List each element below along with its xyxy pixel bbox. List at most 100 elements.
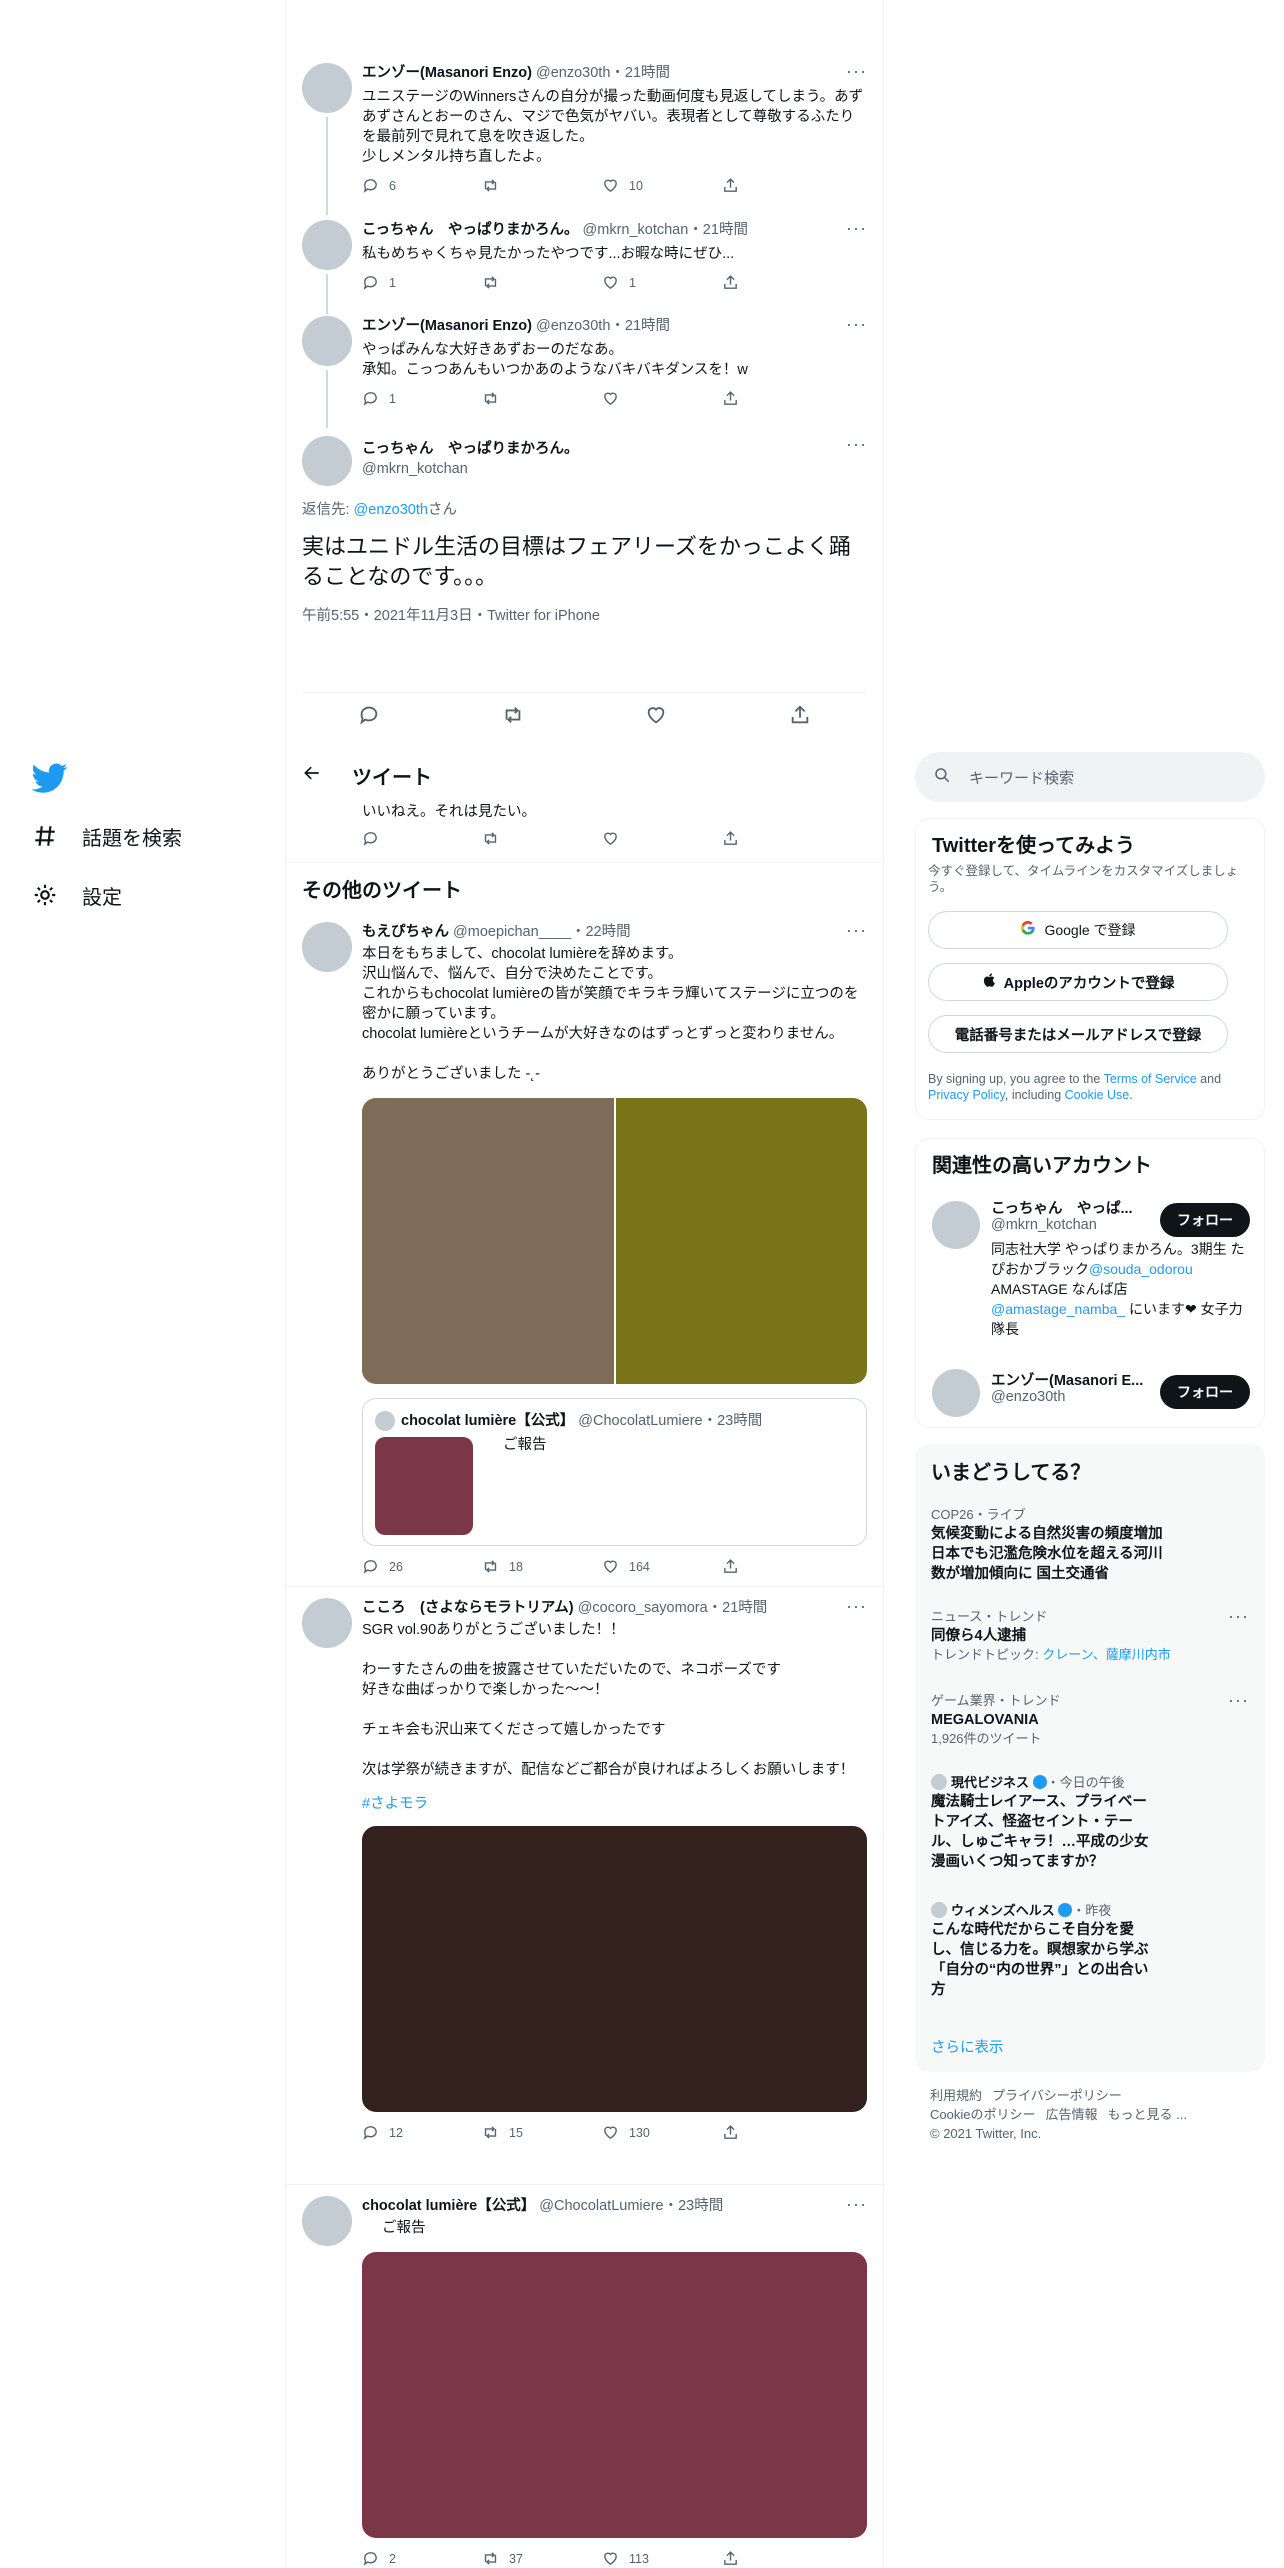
search-input[interactable]: キーワード検索 <box>969 767 1074 788</box>
more-options-icon[interactable]: ··· <box>846 921 867 939</box>
author-name[interactable]: こころ (さよならモラトリアム) <box>362 1600 574 1616</box>
account-name[interactable]: こっちゃん やっぱ... <box>991 1197 1141 1218</box>
trend-item[interactable]: ニュース・トレンド ··· 同僚ら4人逮捕 トレンドトピック: クレーン、薩摩川… <box>931 1607 1249 1664</box>
share-button[interactable] <box>722 1558 782 1575</box>
more-options-icon[interactable]: ··· <box>846 219 867 237</box>
avatar[interactable] <box>302 316 352 366</box>
account-handle[interactable]: @enzo30th <box>991 1389 1065 1405</box>
like-button[interactable]: 10 <box>602 177 662 194</box>
share-button[interactable] <box>722 274 782 291</box>
news-item[interactable]: 現代ビジネス ・今日の午後 魔法騎士レイアース、プライベートアイズ、怪盗セイント… <box>931 1774 1249 1872</box>
trend-item[interactable]: ゲーム業界・トレンド ··· MEGALOVANIA 1,926件のツイート <box>931 1691 1249 1748</box>
reply-button[interactable]: 1 <box>362 390 422 407</box>
reply-button[interactable] <box>362 830 422 847</box>
reply-button[interactable]: 2 <box>362 2550 422 2567</box>
author-name[interactable]: エンゾー(Masanori Enzo) <box>362 318 532 334</box>
author-name[interactable]: chocolat lumière【公式】 <box>362 2198 535 2214</box>
retweet-button[interactable] <box>482 390 542 407</box>
more-options-icon[interactable]: ··· <box>1228 1607 1249 1625</box>
privacy-link[interactable]: Privacy Policy <box>928 1088 1005 1102</box>
account-item[interactable]: こっちゃん やっぱ... @mkrn_kotchan フォロー 同志社大学 やっ… <box>916 1197 1264 1347</box>
terms-link[interactable]: Terms of Service <box>1104 1072 1197 1086</box>
show-more-link[interactable]: さらに表示 <box>931 2036 1004 2057</box>
tweet[interactable]: もえぴちゃん @moepichan____・22時間 ··· 本日をもちまして、… <box>302 921 867 1580</box>
tweet-meta[interactable]: 午前5:55・2021年11月3日・Twitter for iPhone <box>302 604 600 625</box>
more-options-icon[interactable]: ··· <box>846 2195 867 2213</box>
tweet-time[interactable]: ・21時間 <box>610 318 670 334</box>
author-name[interactable]: こっちゃん やっぱりまかろん。 <box>362 222 578 238</box>
author-name[interactable]: エンゾー(Masanori Enzo) <box>362 65 532 81</box>
tweet[interactable]: chocolat lumière【公式】 @ChocolatLumiere・23… <box>302 2195 867 2568</box>
author-name[interactable]: もえぴちゃん <box>362 924 449 940</box>
back-arrow-icon[interactable] <box>302 763 322 788</box>
reply-button[interactable]: 6 <box>362 177 422 194</box>
avatar[interactable] <box>302 436 352 486</box>
reply-button[interactable]: 1 <box>362 274 422 291</box>
avatar[interactable] <box>302 922 352 972</box>
hashtag-link[interactable]: #さよモラ <box>362 1794 867 1814</box>
avatar[interactable] <box>302 63 352 113</box>
phone-signup-button[interactable]: 電話番号またはメールアドレスで登録 <box>928 1015 1228 1053</box>
share-icon[interactable] <box>789 704 811 731</box>
reply-icon[interactable] <box>358 704 380 731</box>
author-handle[interactable]: @moepichan____ <box>453 924 571 940</box>
reply-button[interactable]: 26 <box>362 1558 422 1575</box>
account-handle[interactable]: @mkrn_kotchan <box>991 1217 1097 1233</box>
avatar[interactable] <box>302 1598 352 1648</box>
reply-button[interactable]: 12 <box>362 2124 422 2141</box>
google-signup-button[interactable]: Google で登録 <box>928 911 1228 949</box>
tweet-time[interactable]: ・21時間 <box>610 65 670 81</box>
like-button[interactable]: 130 <box>602 2124 662 2141</box>
footer-link[interactable]: 広告情報 <box>1045 2107 1097 2122</box>
tweet[interactable]: こころ (さよならモラトリアム) @cocoro_sayomora・21時間 ·… <box>302 1597 867 2178</box>
author-handle[interactable]: @enzo30th <box>536 318 610 334</box>
search-box[interactable]: キーワード検索 <box>915 752 1265 802</box>
share-button[interactable] <box>722 830 782 847</box>
account-item[interactable]: エンゾー(Masanori E... @enzo30th フォロー <box>916 1365 1264 1421</box>
follow-button[interactable]: フォロー <box>1160 1375 1250 1409</box>
footer-link[interactable]: プライバシーポリシー <box>992 2088 1122 2103</box>
avatar[interactable] <box>302 220 352 270</box>
like-button[interactable]: 164 <box>602 1558 662 1575</box>
author-handle[interactable]: @cocoro_sayomora <box>578 1600 708 1616</box>
account-name[interactable]: エンゾー(Masanori E... <box>991 1369 1151 1390</box>
tweet-media[interactable] <box>362 2252 867 2538</box>
nav-settings[interactable]: 設定 <box>30 880 122 910</box>
thread-tweet[interactable]: エンゾー(Masanori Enzo) @enzo30th・21時間 ··· や… <box>302 315 867 432</box>
like-button[interactable] <box>602 390 662 407</box>
tweet-time[interactable]: ・21時間 <box>708 1600 768 1616</box>
author-handle[interactable]: @enzo30th <box>536 65 610 81</box>
like-button[interactable]: 1 <box>602 274 662 291</box>
avatar[interactable] <box>932 1369 980 1417</box>
retweet-button[interactable] <box>482 274 542 291</box>
more-options-icon[interactable]: ··· <box>846 1597 867 1615</box>
tweet-time[interactable]: ・22時間 <box>571 924 631 940</box>
news-item[interactable]: ウィメンズヘルス ・昨夜 こんな時代だからこそ自分を愛し、信じる力を。瞑想家から… <box>931 1902 1249 2000</box>
tweet-media[interactable] <box>362 1098 867 1384</box>
apple-signup-button[interactable]: Appleのアカウントで登録 <box>928 963 1228 1001</box>
more-options-icon[interactable]: ··· <box>846 62 867 80</box>
retweet-button[interactable]: 15 <box>482 2124 542 2141</box>
quoted-media[interactable] <box>375 1437 473 1535</box>
author-handle[interactable]: @mkrn_kotchan <box>583 222 689 238</box>
retweet-button[interactable]: 37 <box>482 2550 542 2567</box>
author-handle[interactable]: @mkrn_kotchan <box>362 461 468 477</box>
thread-tweet[interactable]: エンゾー(Masanori Enzo) @enzo30th・21時間 ··· ユ… <box>302 62 867 215</box>
thread-tweet[interactable]: こっちゃん やっぱりまかろん。 @mkrn_kotchan・21時間 ··· 私… <box>302 219 867 314</box>
footer-link[interactable]: Cookieのポリシー <box>930 2107 1035 2122</box>
footer-link[interactable]: もっと見る ... <box>1107 2107 1186 2122</box>
media-image[interactable] <box>362 1098 614 1384</box>
like-button[interactable] <box>602 830 662 847</box>
footer-link[interactable]: 利用規約 <box>930 2088 982 2103</box>
media-image[interactable] <box>615 1098 867 1384</box>
author-handle[interactable]: @ChocolatLumiere <box>539 2198 663 2214</box>
trend-topic-link[interactable]: クレーン、薩摩川内市 <box>1042 1647 1171 1662</box>
author-name[interactable]: こっちゃん やっぱりまかろん。 <box>362 441 578 457</box>
tweet-time[interactable]: ・21時間 <box>688 222 748 238</box>
share-button[interactable] <box>722 2550 782 2567</box>
avatar[interactable] <box>302 2196 352 2246</box>
retweet-button[interactable]: 18 <box>482 1558 542 1575</box>
share-button[interactable] <box>722 2124 782 2141</box>
tweet-media[interactable] <box>362 1826 867 2112</box>
avatar[interactable] <box>932 1201 980 1249</box>
